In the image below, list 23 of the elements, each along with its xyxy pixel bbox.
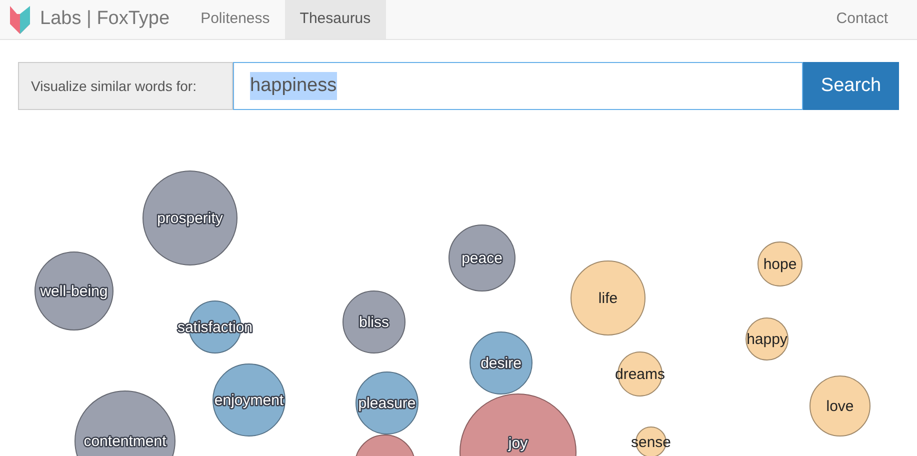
fox-logo-icon	[8, 6, 32, 34]
word-bubble[interactable]: peace	[448, 224, 516, 292]
word-bubble[interactable]: happy	[746, 318, 788, 360]
word-bubble[interactable]: joy	[460, 394, 576, 456]
word-bubble[interactable]: prosperity	[142, 170, 238, 266]
brand-name[interactable]: Labs | FoxType	[40, 5, 170, 34]
word-bubble[interactable]: life	[570, 260, 646, 336]
word-bubble[interactable]: bliss	[342, 290, 406, 354]
word-bubble[interactable]: pleasure	[356, 372, 418, 434]
word-bubble[interactable]: love	[810, 376, 870, 436]
word-bubble[interactable]: enjoyment	[212, 364, 286, 436]
nav-tab[interactable]: Politeness	[186, 0, 285, 39]
search-label: Visualize similar words for:	[18, 62, 233, 110]
word-bubble[interactable]: well-being	[34, 252, 114, 330]
word-bubble[interactable]: hope	[758, 242, 802, 286]
word-bubble[interactable]	[354, 434, 416, 456]
word-bubble[interactable]: desire	[470, 332, 532, 394]
nav-tab[interactable]: Thesaurus	[284, 0, 386, 39]
word-bubble[interactable]: contentment	[74, 390, 176, 456]
word-bubble[interactable]: dreams	[614, 352, 666, 396]
contact-link[interactable]: Contact	[836, 0, 917, 39]
search-field[interactable]: happiness	[233, 62, 803, 110]
search-button[interactable]: Search	[803, 62, 899, 110]
